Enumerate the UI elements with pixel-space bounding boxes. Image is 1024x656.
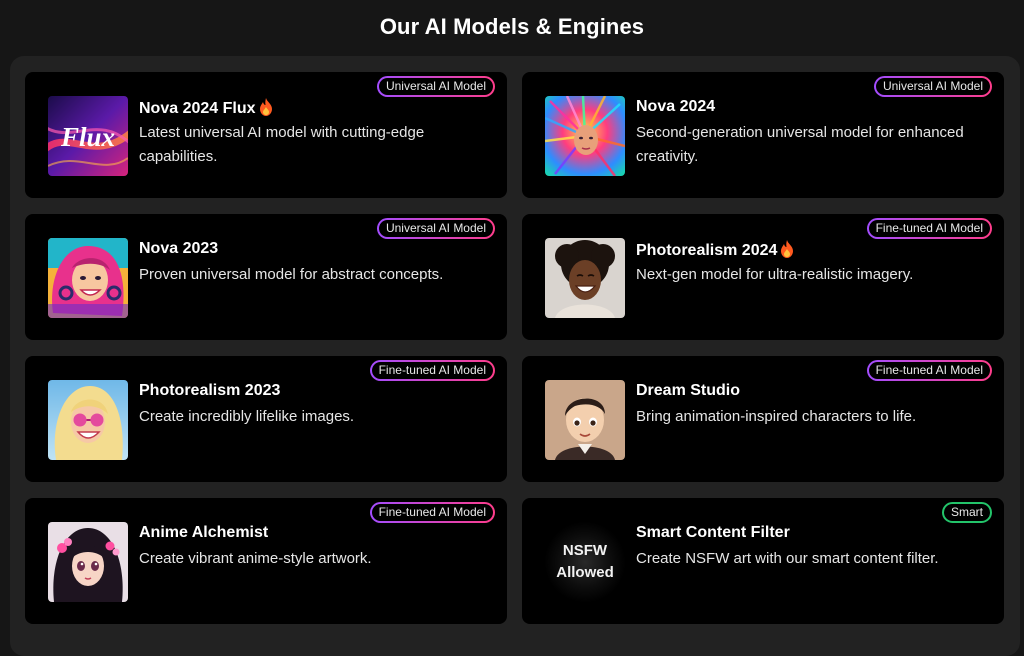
model-name: Nova 2024 Flux [139,98,273,118]
nsfw-label-line1: NSFW [562,542,608,559]
model-card-nova-2024-flux[interactable]: Universal AI Model Flux Nova 2024 Flux L… [25,72,507,198]
model-description: Bring animation-inspired characters to l… [636,408,917,425]
model-name: Anime Alchemist [139,524,269,541]
dream-studio-thumbnail [545,380,625,460]
model-description: Create NSFW art with our smart content f… [636,550,939,567]
model-type-badge: Fine-tuned AI Model [867,218,992,239]
model-type-badge: Fine-tuned AI Model [370,502,495,523]
anime-alchemist-thumbnail [48,522,128,602]
model-card-photorealism-2024[interactable]: Fine-tuned AI Model Photorealism 2024 Ne… [522,214,1004,340]
model-card-nova-2024[interactable]: Universal AI Model Nova 2024 Second-gene… [522,72,1004,198]
models-panel: Universal AI Model Flux Nova 2024 Flux L… [10,56,1020,656]
nova-2024-thumbnail [545,96,625,176]
nsfw-label-line2: Allowed [556,564,614,581]
model-description: Second-generation universal model for en… [636,124,964,165]
model-card-nova-2023[interactable]: Universal AI Model Nova 2023 Proven univ… [25,214,507,340]
fire-icon [780,240,794,258]
model-type-badge: Fine-tuned AI Model [370,360,495,381]
fire-icon [259,98,273,116]
model-name: Nova 2024 [636,98,716,115]
model-card-photorealism-2023[interactable]: Fine-tuned AI Model Photorealism 2023 Cr… [25,356,507,482]
model-type-badge: Fine-tuned AI Model [867,360,992,381]
model-description: Next-gen model for ultra-realistic image… [636,266,914,283]
model-name: Dream Studio [636,382,741,399]
model-type-badge: Universal AI Model [874,76,992,97]
model-type-badge: Universal AI Model [377,218,495,239]
model-card-smart-content-filter[interactable]: Smart NSFW Allowed Smart Content Filter … [522,498,1004,624]
model-description: Create vibrant anime-style artwork. [139,550,372,567]
model-name: Smart Content Filter [636,524,790,541]
model-description: Latest universal AI model with cutting-e… [139,124,425,165]
photorealism-2024-thumbnail [545,238,625,318]
model-type-badge: Smart [941,502,992,523]
model-name: Photorealism 2024 [636,240,794,260]
model-description: Proven universal model for abstract conc… [139,266,444,283]
nsfw-allowed-thumbnail: NSFW Allowed [545,522,625,602]
flux-thumbnail: Flux [48,96,128,176]
model-type-badge: Universal AI Model [377,76,495,97]
photorealism-2023-thumbnail [48,380,128,460]
flux-logo-text: Flux [60,122,115,152]
model-name: Photorealism 2023 [139,382,281,399]
page-title: Our AI Models & Engines [379,14,645,39]
model-card-anime-alchemist[interactable]: Fine-tuned AI Model Anime Alchemist Crea… [25,498,507,624]
nova-2023-thumbnail [48,238,128,318]
model-description: Create incredibly lifelike images. [139,408,355,425]
model-name: Nova 2023 [139,240,219,257]
model-card-dream-studio[interactable]: Fine-tuned AI Model Dream Studio Bring a… [522,356,1004,482]
